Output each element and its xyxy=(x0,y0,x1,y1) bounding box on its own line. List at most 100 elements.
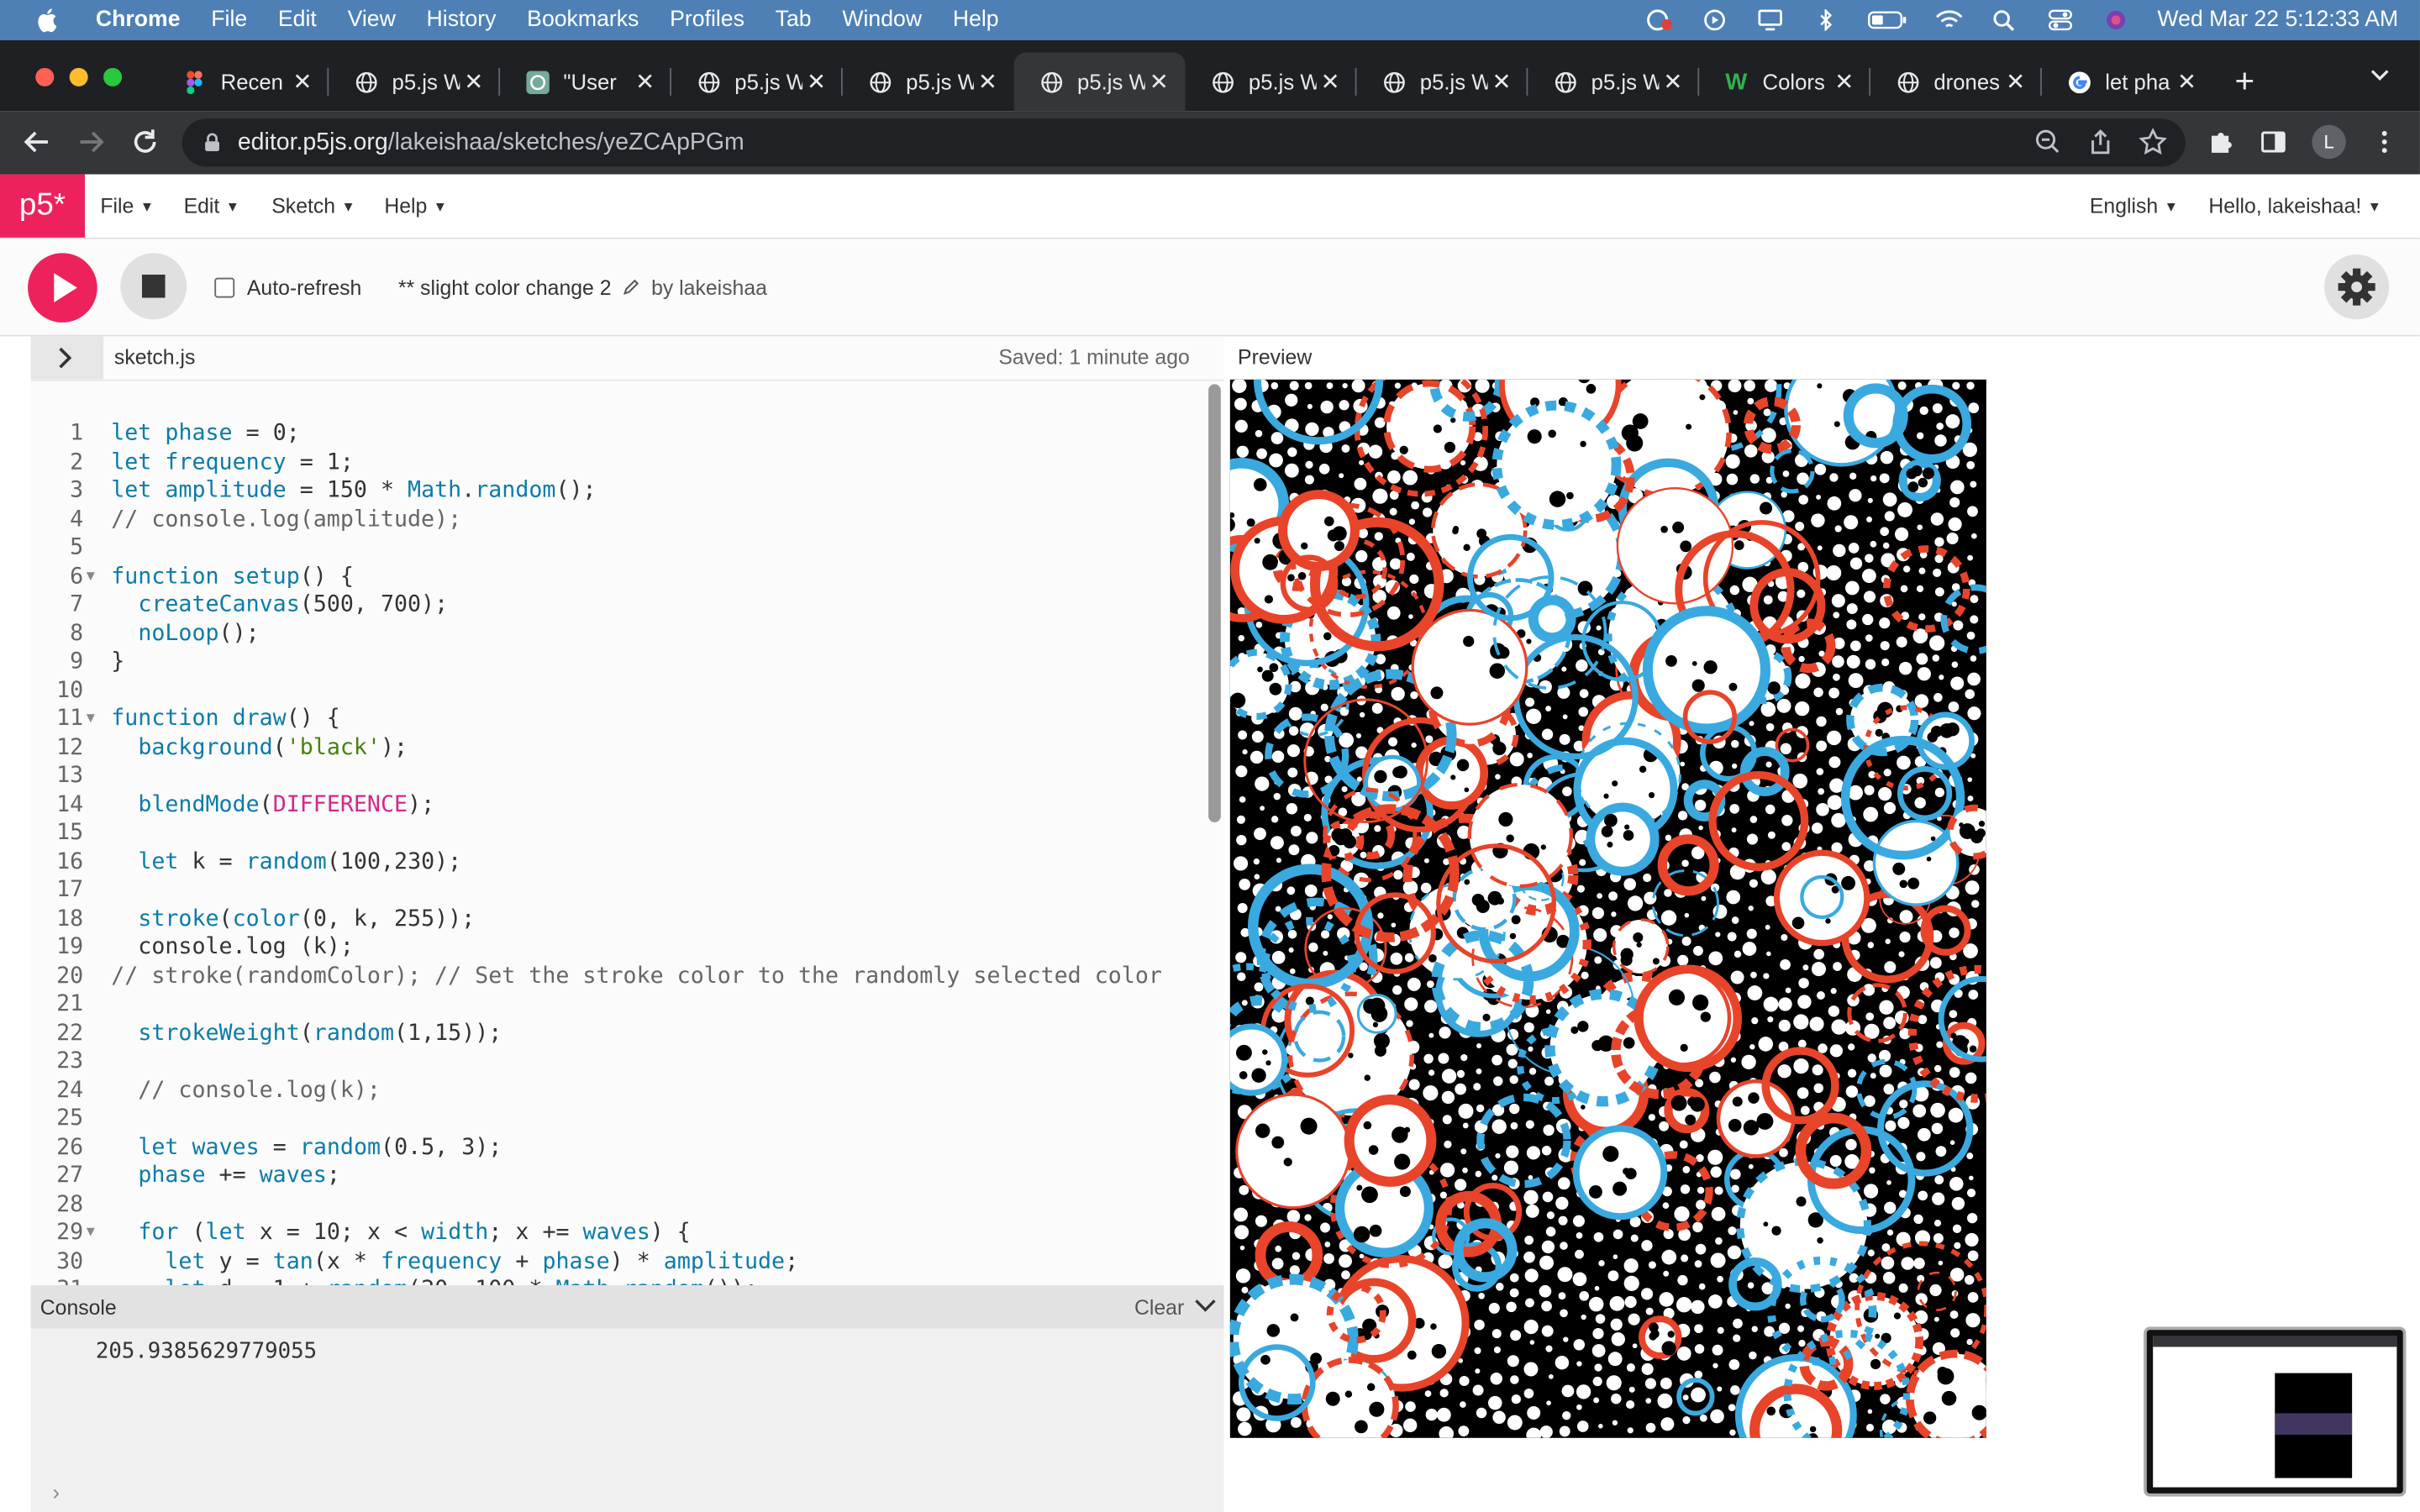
bluetooth-icon[interactable] xyxy=(1812,9,1839,31)
code-line[interactable]: 24 // console.log(k); xyxy=(31,1076,1204,1105)
code-line[interactable]: 15 xyxy=(31,819,1204,848)
code-line[interactable]: 10 xyxy=(31,676,1204,705)
code-line[interactable]: 25 xyxy=(31,1105,1204,1133)
sketch-canvas[interactable] xyxy=(1229,379,1986,1438)
play-circle-icon[interactable] xyxy=(1701,9,1728,31)
code-line[interactable]: 3 let amplitude = 150 * Math.random(); xyxy=(31,477,1204,506)
user-menu[interactable]: Hello, lakeishaa! ▼ xyxy=(2208,194,2381,218)
pencil-icon[interactable] xyxy=(622,279,639,296)
close-tab-icon[interactable]: ✕ xyxy=(1317,68,1344,96)
language-select[interactable]: English ▼ xyxy=(2090,194,2178,218)
display-icon[interactable] xyxy=(1756,9,1784,31)
generative-art[interactable] xyxy=(1229,379,1986,1438)
browser-tab[interactable]: p5.js W ✕ xyxy=(1356,52,1528,111)
close-tab-icon[interactable]: ✕ xyxy=(2002,68,2029,96)
extensions-puzzle-icon[interactable] xyxy=(2207,128,2234,155)
fold-triangle-icon[interactable]: ▼ xyxy=(87,1219,95,1247)
kebab-menu-icon[interactable] xyxy=(2370,128,2398,155)
browser-tab[interactable]: W Colors ✕ xyxy=(1699,52,1871,111)
address-bar[interactable]: editor.p5js.org/lakeishaa/sketches/yeZCA… xyxy=(182,118,2186,167)
menu-history[interactable]: History xyxy=(427,8,497,32)
console-prompt-chevron-icon[interactable]: › xyxy=(52,1479,60,1504)
menu-profiles[interactable]: Profiles xyxy=(670,8,744,32)
chevron-down-icon[interactable] xyxy=(1195,1298,1217,1313)
p5-menu-sketch[interactable]: Sketch ▼ xyxy=(271,194,355,218)
close-tab-icon[interactable]: ✕ xyxy=(1659,68,1686,96)
p5-menu-file[interactable]: File ▼ xyxy=(100,194,154,218)
code-line[interactable]: 26 let waves = random(0.5, 3); xyxy=(31,1133,1204,1162)
zoom-window-button[interactable] xyxy=(103,67,123,87)
battery-icon[interactable] xyxy=(1867,9,1907,31)
apple-icon[interactable] xyxy=(34,6,61,34)
close-tab-icon[interactable]: ✕ xyxy=(974,68,1002,96)
new-tab-icon[interactable]: + xyxy=(2235,61,2255,102)
editor-scrollbar[interactable] xyxy=(1208,384,1221,822)
reload-icon[interactable] xyxy=(129,127,160,158)
share-icon[interactable] xyxy=(2086,128,2114,155)
minimize-window-button[interactable] xyxy=(69,67,88,87)
code-line[interactable]: 7 createCanvas(500, 700); xyxy=(31,591,1204,619)
code-line[interactable]: 22 strokeWeight(random(1,15)); xyxy=(31,1019,1204,1047)
bookmark-star-icon[interactable] xyxy=(2139,128,2167,155)
code-line[interactable]: 6 ▼ function setup() { xyxy=(31,562,1204,591)
close-tab-icon[interactable]: ✕ xyxy=(1830,68,1858,96)
sketch-author[interactable]: by lakeishaa xyxy=(651,276,767,300)
code-line[interactable]: 21 xyxy=(31,990,1204,1019)
code-line[interactable]: 17 xyxy=(31,876,1204,905)
wifi-icon[interactable] xyxy=(1935,9,1963,31)
auto-refresh-toggle[interactable]: Auto-refresh xyxy=(214,276,361,299)
fold-triangle-icon[interactable]: ▼ xyxy=(87,705,95,733)
p5-menu-help[interactable]: Help ▼ xyxy=(384,194,447,218)
code-line[interactable]: 31 let d = 1 + random(20, 100 * Math.ran… xyxy=(31,1276,1204,1285)
code-line[interactable]: 9} xyxy=(31,648,1204,676)
code-line[interactable]: 8 noLoop(); xyxy=(31,619,1204,648)
browser-tab[interactable]: p5.js W ✕ xyxy=(1528,52,1700,111)
chevron-down-icon[interactable] xyxy=(2369,68,2391,83)
code-line[interactable]: 29 ▼ for (let x = 10; x < width; x += wav… xyxy=(31,1219,1204,1247)
code-line[interactable]: 19 console.log (k); xyxy=(31,933,1204,962)
p5-logo[interactable]: p5* xyxy=(0,174,86,238)
menu-app-name[interactable]: Chrome xyxy=(96,8,181,32)
menu-edit[interactable]: Edit xyxy=(278,8,317,32)
browser-tab[interactable]: drones ✕ xyxy=(1870,52,2042,111)
code-line[interactable]: 14 blendMode(DIFFERENCE); xyxy=(31,790,1204,819)
code-line[interactable]: 4 // console.log(amplitude); xyxy=(31,506,1204,534)
code-line[interactable]: 16 let k = random(100,230); xyxy=(31,848,1204,876)
code-line[interactable]: 27 phase += waves; xyxy=(31,1162,1204,1190)
code-line[interactable]: 18 stroke(color(0, k, 255)); xyxy=(31,905,1204,933)
console-clear-button[interactable]: Clear xyxy=(1134,1296,1184,1320)
close-window-button[interactable] xyxy=(35,67,55,87)
sketch-name[interactable]: ** slight color change 2 xyxy=(398,276,639,299)
browser-tab[interactable]: p5.js W ✕ xyxy=(329,52,501,111)
screenshot-thumbnail[interactable] xyxy=(2144,1326,2407,1497)
close-tab-icon[interactable]: ✕ xyxy=(288,68,316,96)
url-text[interactable]: editor.p5js.org/lakeishaa/sketches/yeZCA… xyxy=(238,129,744,157)
fold-triangle-icon[interactable]: ▼ xyxy=(87,562,95,591)
siri-icon[interactable] xyxy=(2102,9,2129,31)
code-line[interactable]: 1 let phase = 0; xyxy=(31,420,1204,449)
control-center-icon[interactable] xyxy=(2046,9,2074,31)
menu-file[interactable]: File xyxy=(211,8,247,32)
code-line[interactable]: 30 let y = tan(x * frequency + phase) * … xyxy=(31,1247,1204,1276)
close-tab-icon[interactable]: ✕ xyxy=(1145,68,1173,96)
code-line[interactable]: 13 xyxy=(31,762,1204,790)
browser-tab[interactable]: p5.js W ✕ xyxy=(843,52,1014,111)
close-tab-icon[interactable]: ✕ xyxy=(1488,68,1516,96)
code-editor[interactable]: 1 let phase = 0; 2 let frequency = 1; 3 let a… xyxy=(30,379,1224,1285)
code-line[interactable]: 11 ▼ function draw() { xyxy=(31,705,1204,733)
close-tab-icon[interactable]: ✕ xyxy=(460,68,487,96)
code-line[interactable]: 28 xyxy=(31,1190,1204,1219)
zoom-out-icon[interactable] xyxy=(2034,128,2062,155)
browser-tab[interactable]: p5.js W ✕ xyxy=(671,52,843,111)
code-lines[interactable]: 1 let phase = 0; 2 let frequency = 1; 3 let a… xyxy=(31,420,1204,1285)
lock-icon[interactable] xyxy=(203,133,220,153)
side-panel-icon[interactable] xyxy=(2260,128,2287,155)
profile-avatar[interactable]: L xyxy=(2312,124,2346,160)
code-line[interactable]: 23 xyxy=(31,1047,1204,1076)
browser-tab[interactable]: let pha ✕ xyxy=(2042,52,2213,111)
menu-help[interactable]: Help xyxy=(953,8,999,32)
creative-cloud-icon[interactable] xyxy=(1645,9,1673,31)
stop-button[interactable] xyxy=(120,253,187,320)
menu-window[interactable]: Window xyxy=(842,8,922,32)
settings-button[interactable] xyxy=(2324,255,2390,320)
